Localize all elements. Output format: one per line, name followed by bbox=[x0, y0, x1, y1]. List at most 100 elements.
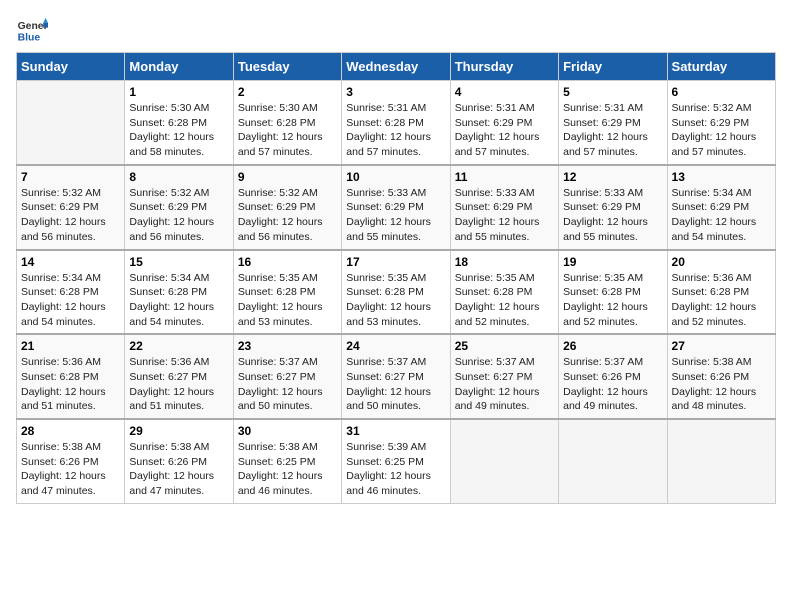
header: General Blue bbox=[16, 16, 776, 44]
calendar-cell: 28 Sunrise: 5:38 AMSunset: 6:26 PMDayligh… bbox=[17, 419, 125, 503]
calendar-cell: 15 Sunrise: 5:34 AMSunset: 6:28 PMDayligh… bbox=[125, 250, 233, 335]
day-info: Sunrise: 5:37 AMSunset: 6:27 PMDaylight:… bbox=[346, 355, 445, 414]
calendar-cell: 10 Sunrise: 5:33 AMSunset: 6:29 PMDayligh… bbox=[342, 165, 450, 250]
day-info: Sunrise: 5:36 AMSunset: 6:28 PMDaylight:… bbox=[21, 355, 120, 414]
calendar-cell: 12 Sunrise: 5:33 AMSunset: 6:29 PMDayligh… bbox=[559, 165, 667, 250]
day-number: 23 bbox=[238, 339, 337, 353]
calendar-cell: 21 Sunrise: 5:36 AMSunset: 6:28 PMDayligh… bbox=[17, 334, 125, 419]
day-info: Sunrise: 5:38 AMSunset: 6:26 PMDaylight:… bbox=[21, 440, 120, 499]
calendar-cell: 13Sunrise: 5:34 AMSunset: 6:29 PMDayligh… bbox=[667, 165, 775, 250]
week-row-2: 7 Sunrise: 5:32 AMSunset: 6:29 PMDaylight… bbox=[17, 165, 776, 250]
calendar-cell: 19 Sunrise: 5:35 AMSunset: 6:28 PMDayligh… bbox=[559, 250, 667, 335]
day-info: Sunrise: 5:34 AMSunset: 6:28 PMDaylight:… bbox=[21, 271, 120, 330]
day-info: Sunrise: 5:37 AMSunset: 6:26 PMDaylight:… bbox=[563, 355, 662, 414]
day-number: 12 bbox=[563, 170, 662, 184]
day-info: Sunrise: 5:32 AMSunset: 6:29 PMDaylight:… bbox=[21, 186, 120, 245]
calendar-cell: 24 Sunrise: 5:37 AMSunset: 6:27 PMDayligh… bbox=[342, 334, 450, 419]
header-wednesday: Wednesday bbox=[342, 53, 450, 81]
day-info: Sunrise: 5:32 AMSunset: 6:29 PMDaylight:… bbox=[672, 101, 771, 160]
day-number: 22 bbox=[129, 339, 228, 353]
day-info: Sunrise: 5:33 AMSunset: 6:29 PMDaylight:… bbox=[346, 186, 445, 245]
week-row-1: 1Sunrise: 5:30 AMSunset: 6:28 PMDaylight… bbox=[17, 81, 776, 165]
day-number: 20 bbox=[672, 255, 771, 269]
day-number: 25 bbox=[455, 339, 554, 353]
header-saturday: Saturday bbox=[667, 53, 775, 81]
calendar-cell: 31 Sunrise: 5:39 AMSunset: 6:25 PMDayligh… bbox=[342, 419, 450, 503]
header-sunday: Sunday bbox=[17, 53, 125, 81]
day-info: Sunrise: 5:38 AMSunset: 6:26 PMDaylight:… bbox=[129, 440, 228, 499]
day-info: Sunrise: 5:30 AMSunset: 6:28 PMDaylight:… bbox=[129, 101, 228, 160]
header-monday: Monday bbox=[125, 53, 233, 81]
day-number: 9 bbox=[238, 170, 337, 184]
day-number: 27 bbox=[672, 339, 771, 353]
day-info: Sunrise: 5:35 AMSunset: 6:28 PMDaylight:… bbox=[238, 271, 337, 330]
calendar-cell: 23Sunrise: 5:37 AMSunset: 6:27 PMDayligh… bbox=[233, 334, 341, 419]
day-number: 2 bbox=[238, 85, 337, 99]
calendar-cell: 9 Sunrise: 5:32 AMSunset: 6:29 PMDaylight… bbox=[233, 165, 341, 250]
day-number: 19 bbox=[563, 255, 662, 269]
day-number: 10 bbox=[346, 170, 445, 184]
calendar-cell bbox=[667, 419, 775, 503]
day-number: 4 bbox=[455, 85, 554, 99]
day-number: 15 bbox=[129, 255, 228, 269]
week-row-5: 28 Sunrise: 5:38 AMSunset: 6:26 PMDayligh… bbox=[17, 419, 776, 503]
day-info: Sunrise: 5:32 AMSunset: 6:29 PMDaylight:… bbox=[238, 186, 337, 245]
calendar-cell: 4 Sunrise: 5:31 AMSunset: 6:29 PMDaylight… bbox=[450, 81, 558, 165]
day-number: 28 bbox=[21, 424, 120, 438]
day-info: Sunrise: 5:34 AMSunset: 6:28 PMDaylight:… bbox=[129, 271, 228, 330]
calendar-cell: 29 Sunrise: 5:38 AMSunset: 6:26 PMDayligh… bbox=[125, 419, 233, 503]
day-number: 13 bbox=[672, 170, 771, 184]
calendar-cell: 18Sunrise: 5:35 AMSunset: 6:28 PMDayligh… bbox=[450, 250, 558, 335]
calendar-cell bbox=[17, 81, 125, 165]
calendar-cell: 8 Sunrise: 5:32 AMSunset: 6:29 PMDaylight… bbox=[125, 165, 233, 250]
day-info: Sunrise: 5:39 AMSunset: 6:25 PMDaylight:… bbox=[346, 440, 445, 499]
day-info: Sunrise: 5:35 AMSunset: 6:28 PMDaylight:… bbox=[455, 271, 554, 330]
day-number: 24 bbox=[346, 339, 445, 353]
day-info: Sunrise: 5:31 AMSunset: 6:28 PMDaylight:… bbox=[346, 101, 445, 160]
logo: General Blue bbox=[16, 16, 52, 44]
day-number: 26 bbox=[563, 339, 662, 353]
day-info: Sunrise: 5:32 AMSunset: 6:29 PMDaylight:… bbox=[129, 186, 228, 245]
day-info: Sunrise: 5:35 AMSunset: 6:28 PMDaylight:… bbox=[346, 271, 445, 330]
day-info: Sunrise: 5:31 AMSunset: 6:29 PMDaylight:… bbox=[455, 101, 554, 160]
calendar-cell: 27 Sunrise: 5:38 AMSunset: 6:26 PMDayligh… bbox=[667, 334, 775, 419]
calendar-cell: 25Sunrise: 5:37 AMSunset: 6:27 PMDayligh… bbox=[450, 334, 558, 419]
calendar-cell: 7 Sunrise: 5:32 AMSunset: 6:29 PMDaylight… bbox=[17, 165, 125, 250]
calendar-cell bbox=[559, 419, 667, 503]
logo-icon: General Blue bbox=[16, 16, 48, 44]
day-info: Sunrise: 5:33 AMSunset: 6:29 PMDaylight:… bbox=[563, 186, 662, 245]
calendar-cell: 16 Sunrise: 5:35 AMSunset: 6:28 PMDayligh… bbox=[233, 250, 341, 335]
calendar-cell: 6Sunrise: 5:32 AMSunset: 6:29 PMDaylight… bbox=[667, 81, 775, 165]
header-thursday: Thursday bbox=[450, 53, 558, 81]
week-row-4: 21 Sunrise: 5:36 AMSunset: 6:28 PMDayligh… bbox=[17, 334, 776, 419]
calendar-cell: 26 Sunrise: 5:37 AMSunset: 6:26 PMDayligh… bbox=[559, 334, 667, 419]
day-info: Sunrise: 5:31 AMSunset: 6:29 PMDaylight:… bbox=[563, 101, 662, 160]
day-info: Sunrise: 5:36 AMSunset: 6:27 PMDaylight:… bbox=[129, 355, 228, 414]
day-number: 11 bbox=[455, 170, 554, 184]
day-number: 31 bbox=[346, 424, 445, 438]
day-info: Sunrise: 5:30 AMSunset: 6:28 PMDaylight:… bbox=[238, 101, 337, 160]
day-info: Sunrise: 5:36 AMSunset: 6:28 PMDaylight:… bbox=[672, 271, 771, 330]
day-number: 17 bbox=[346, 255, 445, 269]
day-number: 3 bbox=[346, 85, 445, 99]
header-friday: Friday bbox=[559, 53, 667, 81]
day-info: Sunrise: 5:38 AMSunset: 6:26 PMDaylight:… bbox=[672, 355, 771, 414]
calendar-cell: 5Sunrise: 5:31 AMSunset: 6:29 PMDaylight… bbox=[559, 81, 667, 165]
day-number: 21 bbox=[21, 339, 120, 353]
day-number: 14 bbox=[21, 255, 120, 269]
calendar-header-row: SundayMondayTuesdayWednesdayThursdayFrid… bbox=[17, 53, 776, 81]
svg-text:Blue: Blue bbox=[18, 32, 41, 43]
calendar-cell: 17 Sunrise: 5:35 AMSunset: 6:28 PMDayligh… bbox=[342, 250, 450, 335]
calendar-cell bbox=[450, 419, 558, 503]
day-number: 7 bbox=[21, 170, 120, 184]
calendar-cell: 3 Sunrise: 5:31 AMSunset: 6:28 PMDaylight… bbox=[342, 81, 450, 165]
day-number: 29 bbox=[129, 424, 228, 438]
day-number: 30 bbox=[238, 424, 337, 438]
day-number: 16 bbox=[238, 255, 337, 269]
header-tuesday: Tuesday bbox=[233, 53, 341, 81]
day-number: 8 bbox=[129, 170, 228, 184]
calendar-cell: 1Sunrise: 5:30 AMSunset: 6:28 PMDaylight… bbox=[125, 81, 233, 165]
day-info: Sunrise: 5:35 AMSunset: 6:28 PMDaylight:… bbox=[563, 271, 662, 330]
calendar-cell: 30 Sunrise: 5:38 AMSunset: 6:25 PMDayligh… bbox=[233, 419, 341, 503]
day-info: Sunrise: 5:38 AMSunset: 6:25 PMDaylight:… bbox=[238, 440, 337, 499]
